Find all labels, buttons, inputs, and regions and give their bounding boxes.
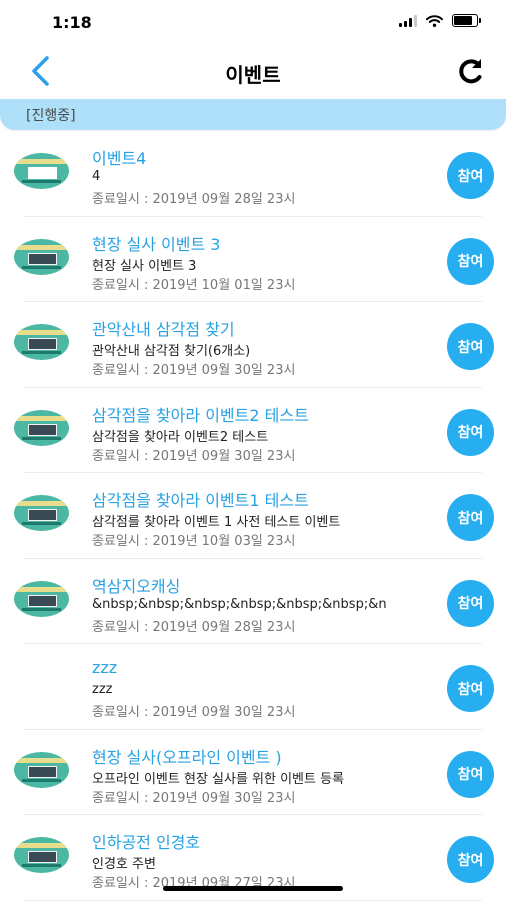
event-end-date: 종료일시 : 2019년 10월 01일 23시 xyxy=(92,277,296,293)
status-bar: 1:18 xyxy=(0,0,506,44)
refresh-button[interactable] xyxy=(452,52,490,90)
event-description: 현장 실사 이벤트 3 xyxy=(92,258,197,274)
event-thumbnail xyxy=(14,837,69,873)
event-row[interactable]: 현장 실사 이벤트 3 현장 실사 이벤트 3 종료일시 : 2019년 10월 0… xyxy=(0,217,506,302)
join-button[interactable]: 참여 xyxy=(447,152,494,199)
event-description: 삼각점을 찾아라 이벤트2 테스트 xyxy=(92,429,269,445)
join-button[interactable]: 참여 xyxy=(447,836,494,883)
event-thumbnail xyxy=(14,580,69,617)
join-button[interactable]: 참여 xyxy=(447,579,494,627)
event-end-date: 종료일시 : 2019년 09월 30일 23시 xyxy=(92,448,296,464)
event-row[interactable]: zzz zzz 종료일시 : 2019년 09월 30일 23시 참여 xyxy=(0,644,506,730)
wifi-icon xyxy=(426,14,443,27)
join-button[interactable]: 참여 xyxy=(447,237,494,285)
event-description: 삼각점를 찾아라 이벤트 1 사전 테스트 이벤트 xyxy=(92,515,341,530)
event-list: 이벤트4 4 종료일시 : 2019년 09월 28일 23시 참여 현장 실사 이벤트… xyxy=(0,131,506,901)
signal-icon xyxy=(399,14,417,27)
event-title[interactable]: 관악산내 삼각점 찾기 xyxy=(92,316,235,340)
event-end-date: 종료일시 : 2019년 09월 28일 23시 xyxy=(92,192,296,207)
event-end-date: 종료일시 : 2019년 09월 30일 23시 xyxy=(92,705,296,720)
event-row[interactable]: 관악산내 삼각점 찾기관악산내 삼각점 찾기(6개소) 종료일시 : 2019년 … xyxy=(0,302,506,388)
event-description: 인경호 주변 xyxy=(92,857,156,872)
event-thumbnail xyxy=(14,751,69,788)
event-title[interactable]: 삼각점을 찾아라 이벤트2 테스트 xyxy=(92,402,309,426)
status-time: 1:18 xyxy=(52,13,92,32)
event-description: &nbsp;&nbsp;&nbsp;&nbsp;&nbsp;&nbsp;&n xyxy=(92,596,387,612)
join-button[interactable]: 참여 xyxy=(447,665,494,712)
event-title[interactable]: 이벤트4 xyxy=(92,145,146,169)
event-thumbnail xyxy=(14,409,69,446)
section-label: [진행중] xyxy=(26,108,76,124)
event-end-date: 종료일시 : 2019년 09월 30일 23시 xyxy=(92,363,296,378)
event-row[interactable]: 삼각점을 찾아라 이벤트2 테스트 삼각점을 찾아라 이벤트2 테스트 종료일시 :… xyxy=(0,388,506,473)
event-row[interactable]: 이벤트4 4 종료일시 : 2019년 09월 28일 23시 참여 xyxy=(0,131,506,217)
event-thumbnail xyxy=(14,238,69,275)
join-button[interactable]: 참여 xyxy=(447,750,494,798)
event-end-date: 종료일시 : 2019년 09월 28일 23시 xyxy=(92,619,296,635)
event-title[interactable]: 역삼지오캐싱 xyxy=(92,573,180,597)
event-row[interactable]: 현장 실사(오프라인 이벤트 ) 오프라인 이벤트 현장 실사를 위한 이벤트 등… xyxy=(0,730,506,815)
event-title[interactable]: 현장 실사(오프라인 이벤트 ) xyxy=(92,744,282,768)
event-row[interactable]: 삼각점을 찾아라 이벤트1 테스트삼각점를 찾아라 이벤트 1 사전 테스트 이… xyxy=(0,473,506,559)
join-button[interactable]: 참여 xyxy=(447,494,494,541)
join-button[interactable]: 참여 xyxy=(447,323,494,370)
event-thumbnail xyxy=(14,153,69,189)
event-end-date: 종료일시 : 2019년 09월 30일 23시 xyxy=(92,790,296,806)
event-title[interactable]: 인하공전 인경호 xyxy=(92,829,200,853)
event-thumbnail xyxy=(14,324,69,360)
event-description: zzz xyxy=(92,682,113,697)
event-title[interactable]: zzz xyxy=(92,658,117,677)
event-row[interactable]: 역삼지오캐싱 &nbsp;&nbsp;&nbsp;&nbsp;&nbsp;&nbs… xyxy=(0,559,506,644)
event-thumbnail xyxy=(14,495,69,531)
event-description: 관악산내 삼각점 찾기(6개소) xyxy=(92,344,251,359)
refresh-icon xyxy=(459,59,482,84)
event-title[interactable]: 삼각점을 찾아라 이벤트1 테스트 xyxy=(92,487,309,511)
event-description: 오프라인 이벤트 현장 실사를 위한 이벤트 등록 xyxy=(92,771,345,787)
status-icons xyxy=(399,14,481,27)
event-title[interactable]: 현장 실사 이벤트 3 xyxy=(92,231,220,255)
event-end-date: 종료일시 : 2019년 10월 03일 23시 xyxy=(92,534,296,549)
battery-icon xyxy=(452,14,481,27)
event-description: 4 xyxy=(92,169,101,184)
section-header: [진행중] xyxy=(0,99,506,130)
page-title: 이벤트 xyxy=(225,63,281,87)
home-indicator xyxy=(163,886,343,891)
join-button[interactable]: 참여 xyxy=(447,408,494,456)
nav-bar: 이벤트 xyxy=(0,44,506,98)
